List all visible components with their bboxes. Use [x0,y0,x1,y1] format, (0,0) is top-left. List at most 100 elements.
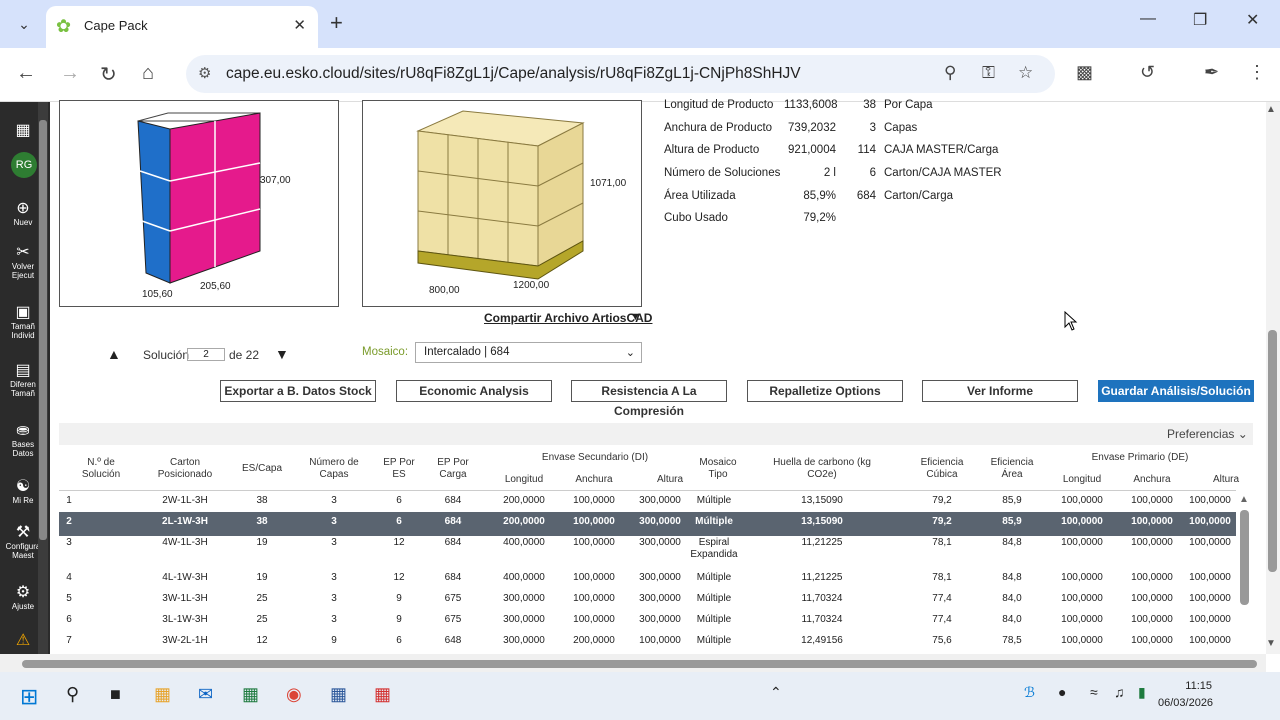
back-icon[interactable]: ← [16,62,36,85]
stat-label: Longitud de Producto [664,99,774,111]
menu-kebab-icon[interactable]: ⋮ [1248,62,1266,83]
table-scroll-thumb[interactable] [1240,510,1249,605]
url-text[interactable]: cape.eu.esko.cloud/sites/rU8qFi8ZgL1j/Ca… [226,65,801,83]
chrome-icon[interactable]: ◉ [286,684,302,705]
profile-icon[interactable]: ✒ [1204,62,1219,83]
minimize-icon[interactable]: — [1140,10,1156,28]
stat-row: Área Utilizada 85,9% 684 Carton/Carga [664,190,1004,212]
tray-overflow-icon[interactable]: ⌃ [770,684,782,701]
windows-taskbar: ⊞ ⚲ ■ ▦ ✉ ▦ ◉ ▦ ▦ ⌃ ℬ ● ≈ ♫ ▮ [0,672,1280,720]
table-cell: 12 [393,537,405,548]
table-cell: 1 [66,495,72,506]
table-row[interactable]: 3 4W-1L-3H 19 3 12 684 400,0000 100,0000 300,000… [59,533,1236,569]
table-cell: 100,0000 [1131,593,1173,604]
view-report-button[interactable]: Ver Informe [922,380,1078,402]
header-width-2: Anchura [1133,474,1171,485]
table-cell: 79,2 [932,516,952,527]
table-cell: 100,0000 [573,593,615,604]
sidebar-scroll-thumb[interactable] [39,120,47,540]
clock-time[interactable]: 11:15 [1172,680,1212,692]
table-cell: 13,15090 [801,495,843,506]
stat-value: 2 l [823,167,836,179]
mosaic-select[interactable]: Intercalado | 684 ⌄ [415,342,642,363]
solution-number-input[interactable]: 2 [187,348,225,361]
table-cell: 100,0000 [573,495,615,506]
new-tab-icon[interactable]: + [330,10,343,36]
table-cell: Múltiple [696,614,732,625]
stat-count: 3 [869,122,876,134]
site-info-icon[interactable]: ⚙ [198,64,211,82]
compression-resistance-button[interactable]: Resistencia A La Compresión [571,380,727,418]
page-scroll-thumb[interactable] [1268,330,1277,572]
table-cell: 684 [444,495,462,506]
clock-date[interactable]: 06/03/2026 [1158,697,1213,709]
table-cell: 100,0000 [1131,495,1173,506]
history-icon[interactable]: ↺ [1140,62,1155,83]
reload-icon[interactable]: ↻ [100,62,117,87]
economic-analysis-button[interactable]: Economic Analysis [396,380,552,402]
repalletize-options-button[interactable]: Repalletize Options [747,380,903,402]
preferences-toggle[interactable]: Preferencias ⌄ [1167,427,1248,441]
header-secondary: Envase Secundario (DI) [541,452,649,463]
next-solution-icon[interactable]: ▼ [275,346,289,362]
export-stock-db-button[interactable]: Exportar a B. Datos Stock [220,380,376,402]
scroll-up-icon[interactable]: ▲ [1266,104,1276,115]
header-length-2: Longitud [1062,474,1102,485]
table-cell: 7 [66,635,72,646]
scroll-down-icon[interactable]: ▼ [1266,638,1276,649]
table-cell: 100,0000 [1189,593,1231,604]
task-view-icon[interactable]: ■ [110,684,121,705]
tab-search-icon[interactable]: ⌄ [12,12,36,36]
caret-down-icon[interactable]: ▼ [630,311,641,323]
header-ep-carga: EP Por Carga [437,457,469,480]
save-analysis-button[interactable]: Guardar Análisis/Solución [1098,380,1254,402]
restore-icon[interactable]: ❐ [1193,10,1207,30]
case-length-label: 105,60 [142,289,173,300]
extensions-icon[interactable]: ▩ [1076,62,1093,83]
table-cell: 100,0000 [1189,495,1231,506]
table-row[interactable]: 7 3W-2L-1H 12 9 6 648 300,0000 200,0000 100,0000… [59,631,1236,655]
address-bar[interactable]: ⚙ cape.eu.esko.cloud/sites/rU8qFi8ZgL1j/… [186,55,1055,93]
table-cell: 200,0000 [503,495,545,506]
bookmark-star-icon[interactable]: ☆ [1018,63,1033,83]
wifi-icon[interactable]: ≈ [1090,684,1098,700]
table-cell: 3 [331,537,337,548]
header-area-eff: Eficiencia Área [990,457,1034,480]
table-cell: 25 [256,593,268,604]
microphone-icon[interactable]: ● [1058,684,1066,700]
table-cell: 79,2 [932,495,952,506]
horizontal-scroll-thumb[interactable] [22,660,1257,668]
search-icon[interactable]: ⚲ [66,684,79,705]
previous-solution-icon[interactable]: ▲ [107,346,121,362]
table-cell: 3 [331,495,337,506]
word-icon[interactable]: ▦ [330,684,347,705]
password-key-icon[interactable]: ⚿ [982,63,995,83]
table-cell: 100,0000 [1131,614,1173,625]
acrobat-icon[interactable]: ▦ [374,684,391,705]
home-icon[interactable]: ⌂ [142,62,154,85]
table-scroll-up-icon[interactable]: ▲ [1239,494,1249,505]
table-cell: 78,5 [1002,635,1022,646]
share-artioscad-link[interactable]: Compartir Archivo ArtiosCAD [484,311,652,325]
excel-icon[interactable]: ▦ [242,684,259,705]
stat-label: Número de Soluciones [664,167,781,179]
close-window-icon[interactable]: ✕ [1246,10,1259,30]
volume-icon[interactable]: ♫ [1114,684,1125,700]
file-explorer-icon[interactable]: ▦ [154,684,171,705]
stat-row: Número de Soluciones 2 l 6 Carton/CAJA M… [664,167,1004,189]
header-es-capa: ES/Capa [241,463,283,474]
stat-value: 79,2% [803,212,836,224]
windows-start-icon[interactable]: ⊞ [20,684,38,710]
battery-icon[interactable]: ▮ [1138,684,1146,701]
mouse-cursor-icon [1064,311,1078,331]
table-cell: 100,0000 [1131,572,1173,583]
avatar[interactable]: RG [11,152,37,178]
browser-tab[interactable]: ✿ Cape Pack ✕ [46,6,318,48]
outlook-icon[interactable]: ✉ [198,684,213,705]
bluetooth-icon[interactable]: ℬ [1024,684,1035,701]
table-cell: 38 [256,516,268,527]
close-tab-icon[interactable]: ✕ [293,16,306,34]
forward-icon[interactable]: → [60,62,80,85]
table-cell: Espiral Expandida [690,537,738,560]
zoom-icon[interactable]: ⚲ [944,63,956,83]
